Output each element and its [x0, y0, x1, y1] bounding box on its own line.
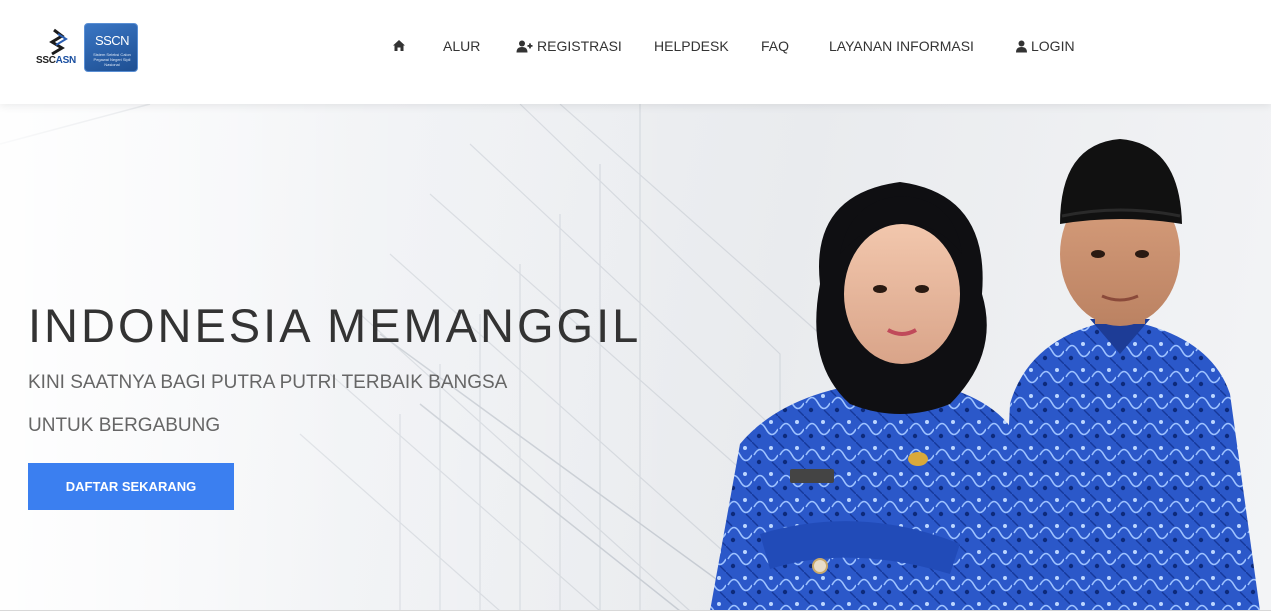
home-icon: [393, 40, 405, 51]
nav-helpdesk[interactable]: HELPDESK: [654, 38, 729, 54]
nav-helpdesk-label: HELPDESK: [654, 38, 729, 54]
nav-login-label: LOGIN: [1031, 38, 1075, 54]
nav-faq[interactable]: FAQ: [761, 38, 789, 54]
sscn-logo-subtitle: Sistem Seleksi Calon Pegawai Negeri Sipi…: [93, 52, 131, 67]
nav-login[interactable]: LOGIN: [1016, 38, 1075, 54]
ssc-asn-logo-text: SSCASN: [36, 55, 76, 66]
nav-alur-label: ALUR: [443, 38, 481, 54]
site-logo[interactable]: SSCASN SSCN Sistem Seleksi Calon Pegawai…: [36, 22, 140, 74]
site-header: SSCASN SSCN Sistem Seleksi Calon Pegawai…: [0, 0, 1271, 104]
nav-registrasi-label: REGISTRASI: [537, 38, 622, 54]
user-icon: [1016, 40, 1027, 52]
hero-subtitle-line1: KINI SAATNYA BAGI PUTRA PUTRI TERBAIK BA…: [28, 372, 508, 393]
hero-section: INDONESIA MEMANGGIL KINI SAATNYA BAGI PU…: [0, 104, 1271, 611]
sscn-logo-title: SSCN: [94, 33, 130, 48]
hero-title: INDONESIA MEMANGGIL: [28, 299, 642, 352]
nav-home[interactable]: [392, 39, 406, 52]
nav-alur[interactable]: ALUR: [443, 38, 480, 54]
hero-people-illustration: [710, 139, 1260, 611]
hero-subtitle-line2: UNTUK BERGABUNG: [28, 415, 221, 436]
daftar-sekarang-button[interactable]: DAFTAR SEKARANG: [28, 463, 234, 510]
nav-layanan-informasi[interactable]: LAYANAN INFORMASI: [829, 38, 974, 54]
nav-layanan-informasi-label: LAYANAN INFORMASI: [829, 38, 974, 54]
nav-faq-label: FAQ: [761, 38, 790, 54]
user-plus-icon: [516, 40, 533, 52]
nav-registrasi[interactable]: REGISTRASI: [516, 38, 622, 54]
sscn-logo: SSCN Sistem Seleksi Calon Pegawai Negeri…: [84, 23, 138, 72]
